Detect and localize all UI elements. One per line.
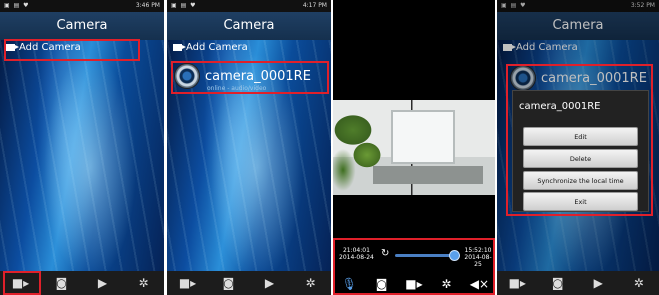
video-camera-icon: [173, 44, 186, 51]
video-feed: [333, 100, 495, 195]
video-window: [391, 110, 455, 164]
gear-icon[interactable]: ✲: [629, 274, 649, 292]
app-title: Camera: [167, 12, 331, 40]
status-icons: ▣ ▤ ♥: [4, 2, 30, 9]
highlight-box: [171, 61, 329, 94]
gear-icon[interactable]: ✲: [301, 274, 321, 292]
play-icon[interactable]: ▶: [260, 274, 280, 292]
bottom-nav: ■▸ ◙ ▶ ✲: [167, 271, 331, 295]
bottom-nav: ■▸ ◙ ▶ ✲: [497, 271, 659, 295]
phone-screen-3-playback: 21:04:01 2014-08-24 ↻ 15:52:10 2014-08-2…: [333, 0, 495, 295]
background-wallpaper: [0, 40, 164, 271]
highlight-box: [4, 39, 140, 61]
add-camera-button[interactable]: Add Camera: [173, 42, 248, 53]
status-icons: ▣ ▤ ♥: [171, 2, 197, 9]
highlight-box: [333, 238, 495, 295]
status-bar: ▣ ▤ ♥ 3:46 PM: [0, 0, 164, 12]
add-camera-label: Add Camera: [186, 42, 248, 53]
video-desk: [373, 166, 483, 184]
status-bar: ▣ ▤ ♥ 4:17 PM: [167, 0, 331, 12]
status-time: 4:17 PM: [302, 2, 327, 9]
app-title: Camera: [0, 12, 164, 40]
video-camera-icon[interactable]: ■▸: [507, 274, 527, 292]
highlight-box: [506, 64, 653, 216]
camera-icon[interactable]: ◙: [52, 274, 72, 292]
camera-icon[interactable]: ◙: [548, 274, 568, 292]
phone-screen-2: ▣ ▤ ♥ 4:17 PM Camera Add Camera camera_0…: [167, 0, 331, 295]
gear-icon[interactable]: ✲: [134, 274, 154, 292]
camera-icon[interactable]: ◙: [219, 274, 239, 292]
play-icon[interactable]: ▶: [93, 274, 113, 292]
phone-screen-4-menu: ▣ ▤ ♥ 3:52 PM Camera Add Camera camera_0…: [497, 0, 659, 295]
status-time: 3:46 PM: [135, 2, 160, 9]
phone-screen-1: ▣ ▤ ♥ 3:46 PM Camera Add Camera ■▸ ◙ ▶ ✲: [0, 0, 164, 295]
play-icon[interactable]: ▶: [588, 274, 608, 292]
video-camera-icon[interactable]: ■▸: [178, 274, 198, 292]
highlight-box: [3, 271, 41, 295]
